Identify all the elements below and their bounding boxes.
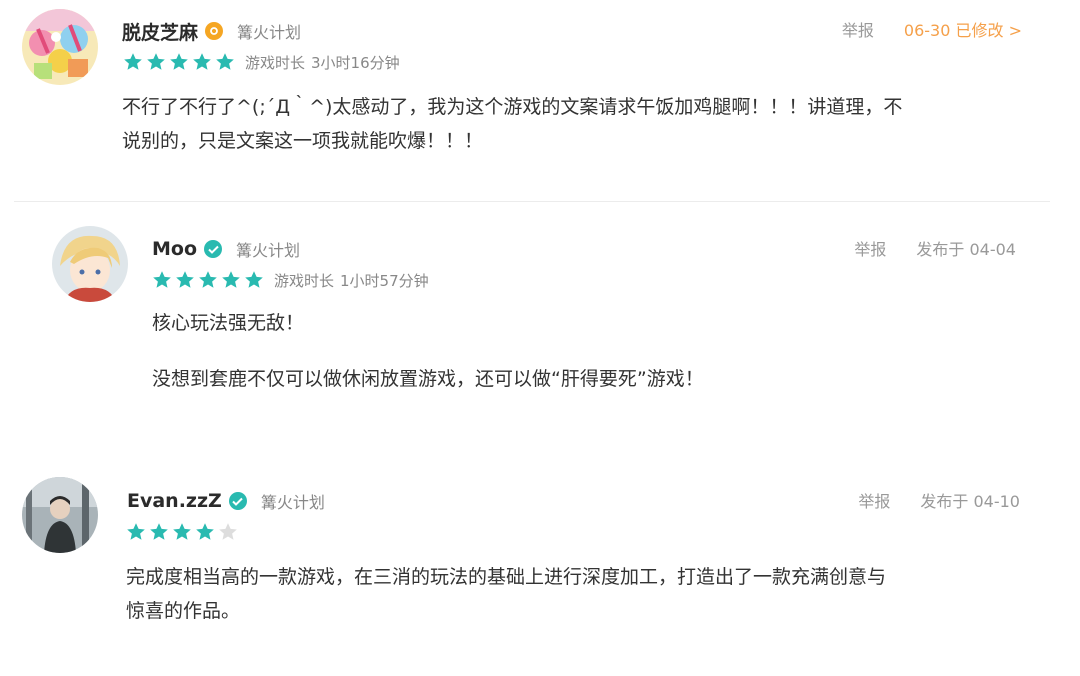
playtime-value: 1小时57分钟 bbox=[340, 271, 429, 290]
star-filled-icon bbox=[193, 53, 211, 70]
avatar[interactable] bbox=[22, 9, 98, 85]
report-button[interactable]: 举报 bbox=[842, 17, 874, 41]
star-filled-icon bbox=[127, 523, 145, 540]
star-filled-icon bbox=[176, 271, 194, 288]
avatar[interactable] bbox=[22, 477, 98, 553]
star-filled-icon bbox=[147, 53, 165, 70]
username[interactable]: Moo bbox=[152, 238, 197, 260]
verified-badge-icon bbox=[228, 492, 247, 510]
edited-date-link[interactable]: 06-30 已修改 > bbox=[904, 17, 1022, 41]
star-filled-icon bbox=[245, 271, 263, 288]
publish-date: 发布于 04-10 bbox=[920, 492, 1020, 511]
user-tag: 篝火计划 bbox=[236, 241, 301, 260]
star-filled-icon bbox=[124, 53, 142, 70]
review-text-line: 不行了不行了^(;´Д｀^)太感动了，我为这个游戏的文案请求午饭加鸡腿啊！！！讲… bbox=[122, 96, 903, 118]
rating-stars bbox=[123, 52, 235, 72]
playtime-label: 游戏时长 bbox=[245, 53, 306, 72]
avatar-image bbox=[22, 477, 98, 553]
official-badge-icon bbox=[205, 22, 224, 40]
playtime-value: 3小时16分钟 bbox=[311, 53, 400, 72]
publish-date: 发布于 04-04 bbox=[916, 240, 1016, 259]
star-filled-icon bbox=[222, 271, 240, 288]
user-tag: 篝火计划 bbox=[237, 23, 302, 42]
divider bbox=[14, 201, 1050, 202]
review-text-line: 完成度相当高的一款游戏，在三消的玩法的基础上进行深度加工，打造出了一款充满创意与 bbox=[126, 566, 887, 588]
star-filled-icon bbox=[150, 523, 168, 540]
user-tag: 篝火计划 bbox=[260, 493, 325, 512]
username[interactable]: Evan.zzZ bbox=[127, 490, 222, 512]
star-filled-icon bbox=[199, 271, 217, 288]
rating-stars bbox=[126, 522, 238, 542]
avatar-image bbox=[52, 226, 128, 302]
star-filled-icon bbox=[153, 271, 171, 288]
review-text-line: 核心玩法强无敌！ bbox=[152, 312, 305, 334]
playtime-label: 游戏时长 bbox=[274, 271, 335, 290]
review-text-line: 说别的，只是文案这一项我就能吹爆！！！ bbox=[122, 130, 484, 152]
report-button[interactable]: 举报 bbox=[858, 488, 890, 512]
review-text-line: 惊喜的作品。 bbox=[126, 600, 241, 622]
star-filled-icon bbox=[196, 523, 214, 540]
star-filled-icon bbox=[173, 523, 191, 540]
avatar-image bbox=[22, 9, 98, 85]
rating-stars bbox=[152, 270, 264, 290]
star-empty-icon bbox=[219, 523, 237, 540]
star-filled-icon bbox=[170, 53, 188, 70]
avatar[interactable] bbox=[52, 226, 128, 302]
review-text-line: 没想到套鹿不仅可以做休闲放置游戏，还可以做“肝得要死”游戏！ bbox=[152, 368, 704, 390]
report-button[interactable]: 举报 bbox=[854, 236, 886, 260]
star-filled-icon bbox=[216, 53, 234, 70]
username[interactable]: 脱皮芝麻 bbox=[122, 18, 198, 45]
verified-badge-icon bbox=[204, 240, 223, 258]
